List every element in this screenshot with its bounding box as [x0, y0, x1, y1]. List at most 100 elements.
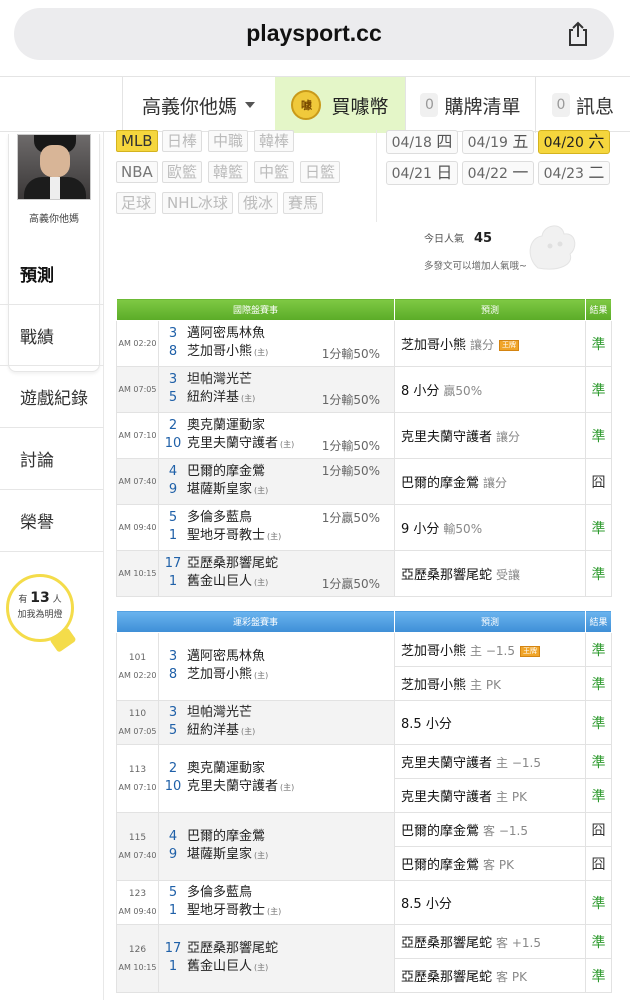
table-row: 123 AM 09:40 5 多倫多藍鳥 1 聖地牙哥教士 (主) 8.5 小分 準 [116, 880, 613, 925]
prediction-pick: 巴爾的摩金鶯 [401, 858, 480, 873]
fans-unit: 人 [52, 595, 62, 605]
filter-cpbl[interactable]: 中職 [208, 130, 249, 152]
home-number: 5 [168, 390, 178, 405]
coin-icon: 噱 [291, 90, 322, 120]
date-0423[interactable]: 04/23 二 [538, 161, 610, 185]
game-time: AM 07:10 [116, 412, 159, 459]
fans-lightbulb[interactable]: 有 13 人 加我為明燈 [6, 574, 78, 664]
game-id: 113 [128, 764, 147, 775]
filter-kbl[interactable]: 韓籃 [208, 161, 249, 183]
away-number: 3 [168, 705, 178, 720]
home-marker: (主) [280, 783, 295, 792]
time-ampm: AM [118, 338, 131, 348]
popularity-tip: 多發文可以增加人氣哦~ [424, 261, 527, 272]
home-marker: (主) [254, 348, 269, 357]
prediction-pick: 克里夫蘭守護者 [401, 790, 493, 805]
home-number: 1 [168, 959, 178, 974]
away-number: 5 [168, 510, 178, 525]
home-marker: (主) [254, 851, 269, 860]
sidebar-item-predictions[interactable]: 預測 [0, 242, 104, 304]
cart-count-badge: 0 [420, 93, 439, 117]
home-number: 10 [164, 779, 182, 794]
table-row: AM 10:15 17 亞歷桑那響尾蛇 1 舊金山巨人 (主) 1分贏50% 亞歷桑那響尾蛇受… [116, 550, 613, 597]
prediction-type: 讓分 [470, 338, 495, 352]
share-icon[interactable] [564, 20, 592, 48]
result-mark: 準 [585, 666, 613, 701]
home-team: 舊金山巨人 [187, 574, 253, 589]
away-number: 17 [164, 556, 182, 571]
date-0418[interactable]: 04/18 四 [386, 130, 458, 154]
time-value: 09:40 [133, 906, 157, 916]
table-row: AM 07:05 3 坦帕灣光芒 5 紐約洋基 (主) 1分輸50% 8 小分 贏50% 準 [116, 366, 613, 413]
filter-nba[interactable]: NBA [116, 161, 158, 183]
ace-badge: 王牌 [520, 646, 540, 657]
sidebar-item-game-log[interactable]: 遊戲紀錄 [0, 366, 104, 428]
prediction-line: 客 −1.5 [483, 824, 528, 838]
matchup: 2 奧克蘭運動家 10 克里夫蘭守護者 (主) 1分輸50% [157, 412, 396, 459]
home-team: 克里夫蘭守護者 [187, 436, 279, 451]
buy-coin-button[interactable]: 噱 買噱幣 [275, 77, 405, 133]
table-row: AM 02:20 3 邁阿密馬林魚 8 芝加哥小熊 (主) 1分輸50% 芝加哥小熊 讓分 王牌準 [116, 320, 613, 367]
fans-prefix: 有 [18, 595, 28, 605]
filter-nhl[interactable]: NHL冰球 [162, 192, 233, 214]
fans-count: 13 [30, 590, 50, 606]
filter-khl[interactable]: 俄冰 [238, 192, 279, 214]
filter-soccer[interactable]: 足球 [116, 192, 157, 214]
home-team: 克里夫蘭守護者 [187, 779, 279, 794]
prediction-cell: 巴爾的摩金鶯 讓分 [394, 458, 587, 505]
sidebar-item-discussion[interactable]: 討論 [0, 428, 104, 490]
date-0422[interactable]: 04/22 一 [462, 161, 534, 185]
result-mark: 準 [585, 632, 613, 667]
filter-npb[interactable]: 日棒 [162, 130, 203, 152]
home-team: 堪薩斯皇家 [187, 482, 253, 497]
filter-bleague[interactable]: 日籃 [300, 161, 341, 183]
date-0420[interactable]: 04/20 六 [538, 130, 610, 154]
matchup: 5 多倫多藍鳥 1 聖地牙哥教士 (主) 1分贏50% [157, 504, 396, 551]
address-bar[interactable]: playsport.cc [14, 8, 614, 60]
away-team: 亞歷桑那響尾蛇 [187, 556, 279, 571]
ace-badge: 王牌 [499, 340, 520, 351]
result-mark: 囧 [585, 458, 613, 505]
away-team: 多倫多藍鳥 [187, 885, 253, 900]
matchup: 3 邁阿密馬林魚 8 芝加哥小熊 (主) 1分輸50% [157, 320, 396, 367]
away-number: 17 [164, 941, 182, 956]
prediction-cell: 芝加哥小熊 讓分 王牌 [394, 320, 587, 367]
url-text[interactable]: playsport.cc [14, 20, 614, 47]
sidebar-item-record[interactable]: 戰績 [0, 304, 104, 366]
game-time: 126 AM 10:15 [116, 924, 159, 993]
result-mark: 準 [585, 504, 613, 551]
messages-button[interactable]: 0 訊息 [535, 77, 630, 133]
game-time: AM 07:40 [116, 458, 159, 505]
home-marker: (主) [280, 440, 295, 449]
filter-euro-basketball[interactable]: 歐籃 [162, 161, 203, 183]
user-menu[interactable]: 高義你他媽 [122, 77, 274, 133]
fans-suffix: 加我為明燈 [17, 610, 63, 620]
away-team: 邁阿密馬林魚 [187, 326, 266, 341]
prediction-cell: 亞歷桑那響尾蛇客 PK [394, 958, 587, 993]
filter-divider [376, 130, 377, 222]
sidebar-item-honors[interactable]: 榮譽 [0, 490, 104, 552]
filter-mlb[interactable]: MLB [116, 130, 158, 152]
cart-button[interactable]: 0 購牌清單 [405, 77, 535, 133]
game-time: 123 AM 09:40 [116, 880, 159, 925]
filter-cba[interactable]: 中籃 [254, 161, 295, 183]
filter-kbo[interactable]: 韓棒 [254, 130, 295, 152]
table-row: AM 07:40 4 巴爾的摩金鶯 9 堪薩斯皇家 (主) 1分輸50% 巴爾的摩金鶯 讓分囧 [116, 458, 613, 505]
prediction-cell: 亞歷桑那響尾蛇 受讓 [394, 550, 587, 597]
result-mark: 準 [585, 320, 613, 367]
cart-label: 購牌清單 [444, 95, 521, 118]
chevron-down-icon [245, 102, 255, 108]
filter-horse-racing[interactable]: 賽馬 [283, 192, 324, 214]
avatar[interactable] [17, 134, 91, 200]
table-row: AM 07:10 2 奧克蘭運動家 10 克里夫蘭守護者 (主) 1分輸50% 克里夫蘭守護者… [116, 412, 613, 459]
prediction-pick: 8 小分 [401, 384, 440, 399]
result-mark: 準 [585, 778, 613, 813]
date-0419[interactable]: 04/19 五 [462, 130, 534, 154]
time-value: 07:10 [133, 782, 157, 792]
date-0421[interactable]: 04/21 日 [386, 161, 458, 185]
time-value: 10:15 [133, 568, 157, 578]
away-team: 巴爾的摩金鶯 [187, 464, 266, 479]
home-number: 1 [168, 528, 178, 543]
home-number: 9 [168, 482, 178, 497]
time-value: 07:10 [133, 430, 157, 440]
